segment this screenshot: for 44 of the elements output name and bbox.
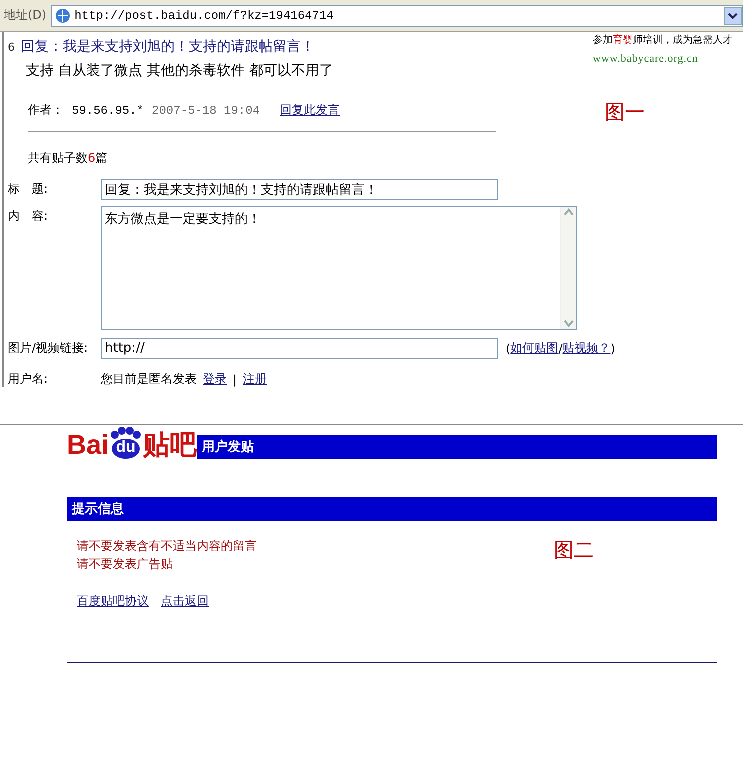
video-help-link[interactable]: 贴视频？	[562, 340, 611, 357]
title-field[interactable]: 回复：我是来支持刘旭的！支持的请跟帖留言！	[101, 179, 498, 200]
agreement-link[interactable]: 百度贴吧协议	[77, 593, 149, 610]
globe-icon	[54, 8, 71, 24]
title-label: 标 题:	[8, 181, 50, 198]
content-label: 内 容:	[8, 208, 50, 225]
ad-text: 参加育婴师培训，成为急需人才	[593, 34, 733, 47]
scrollbar[interactable]	[560, 207, 576, 329]
author-ip: 59.56.95.*	[72, 104, 144, 118]
image-help-link[interactable]: 如何贴图	[510, 340, 559, 357]
figure-label: 图二	[554, 537, 594, 564]
post-number: 6	[8, 40, 15, 54]
reply-link[interactable]: 回复此发言	[280, 102, 340, 119]
post-count: 共有贴子数6篇	[28, 150, 109, 167]
scroll-up-icon[interactable]	[562, 207, 574, 217]
help-open-paren: (	[506, 342, 511, 356]
figure-label: 图一	[605, 99, 645, 126]
anonymous-notice: 您目前是匿名发表	[101, 371, 197, 388]
back-link[interactable]: 点击返回	[161, 593, 209, 610]
link-label: 图片/视频链接:	[8, 340, 90, 357]
author-label: 作者：	[28, 102, 64, 119]
address-field[interactable]: http://post.baidu.com/f?kz=194164714	[50, 4, 743, 26]
content-field[interactable]: 东方微点是一定要支持的！	[101, 206, 577, 330]
post-body: 支持 自从装了微点 其他的杀毒软件 都可以不用了	[26, 62, 334, 80]
link-separator: |	[233, 372, 238, 386]
username-label: 用户名:	[8, 371, 50, 388]
help-close-paren: )	[610, 342, 616, 356]
post-title: 回复：我是来支持刘旭的！支持的请跟帖留言！	[21, 38, 315, 56]
logo: Bai du 贴吧	[67, 427, 198, 459]
page-header-bar: 用户发贴	[197, 435, 717, 459]
url-text: http://post.baidu.com/f?kz=194164714	[74, 8, 335, 22]
notice-message: 请不要发表含有不适当内容的留言	[77, 538, 258, 555]
notice-message: 请不要发表广告贴	[77, 556, 174, 573]
post-time: 2007-5-18 19:04	[152, 104, 260, 118]
link-field[interactable]: http://	[101, 338, 498, 359]
scroll-down-icon[interactable]	[562, 319, 574, 329]
caret-icon	[728, 12, 738, 20]
register-link[interactable]: 注册	[243, 371, 268, 388]
notice-header-bar: 提示信息	[67, 497, 717, 521]
ad-link[interactable]: www.babycare.org.cn	[593, 53, 698, 65]
dropdown-button[interactable]	[724, 6, 742, 24]
help-separator: /	[558, 342, 563, 356]
login-link[interactable]: 登录	[203, 371, 227, 388]
address-label: 地址(D)	[4, 7, 47, 24]
